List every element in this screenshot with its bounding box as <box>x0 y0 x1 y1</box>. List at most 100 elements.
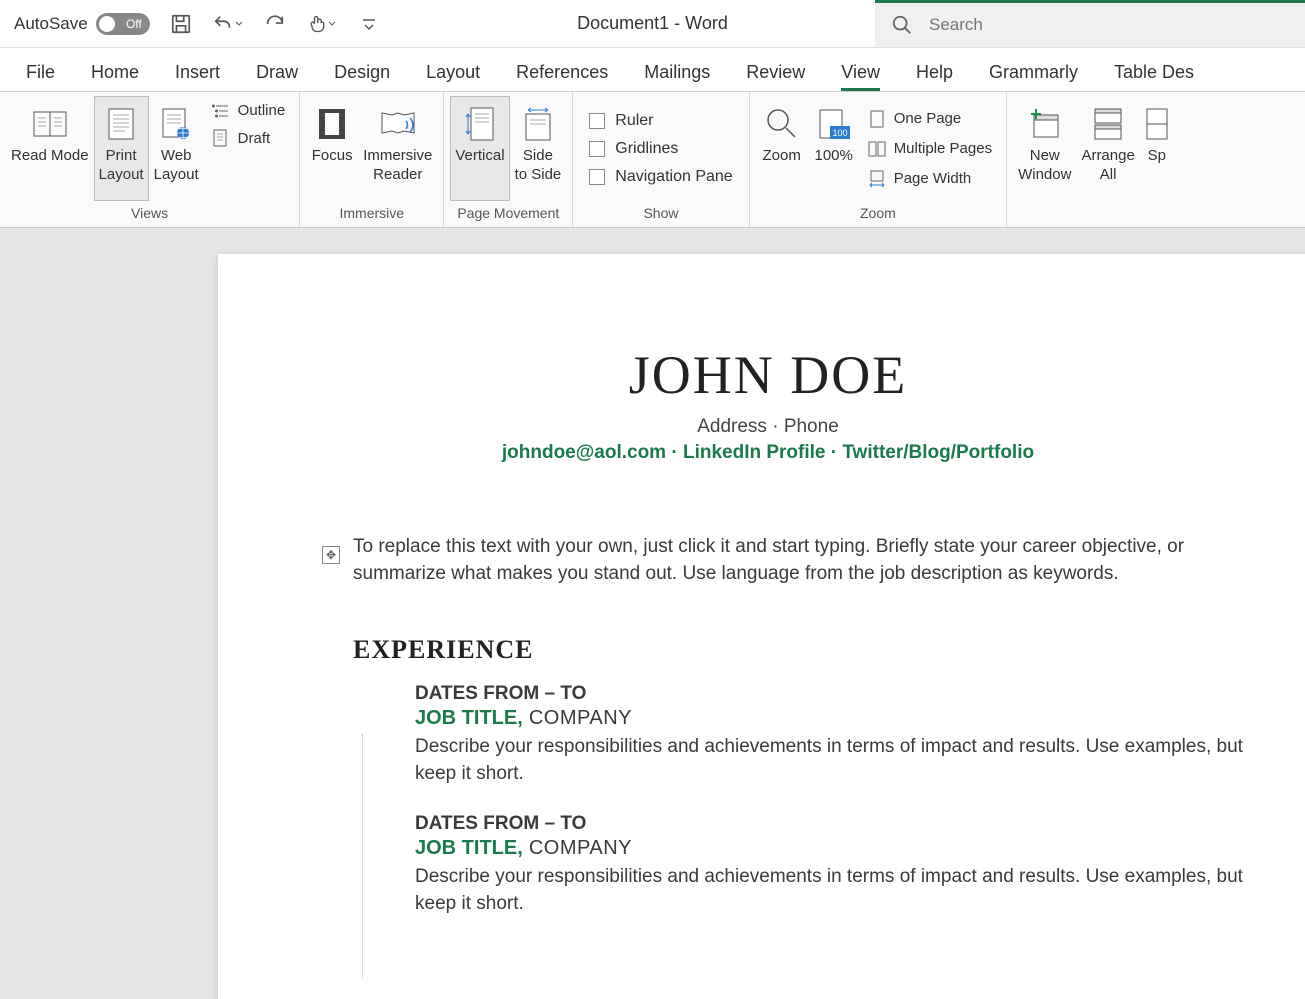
tab-home[interactable]: Home <box>73 52 157 91</box>
job-description[interactable]: Describe your responsibilities and achie… <box>415 734 1268 787</box>
tab-mailings[interactable]: Mailings <box>626 52 728 91</box>
read-mode-icon <box>33 103 67 145</box>
vertical-button[interactable]: Vertical <box>450 96 509 201</box>
search-input[interactable] <box>929 15 1289 35</box>
customize-qat-button[interactable] <box>356 11 382 37</box>
autosave-toggle[interactable]: Off <box>96 13 150 35</box>
outline-button[interactable]: Outline <box>206 100 292 121</box>
one-page-button[interactable]: One Page <box>862 108 998 130</box>
zoom-icon <box>764 103 800 145</box>
immersive-reader-button[interactable]: Immersive Reader <box>358 96 437 201</box>
job-company[interactable]: COMPANY <box>523 837 632 859</box>
tab-help[interactable]: Help <box>898 52 971 91</box>
navigation-pane-checkbox[interactable]: Navigation Pane <box>589 168 732 186</box>
resume-intro[interactable]: To replace this text with your own, just… <box>353 534 1268 587</box>
experience-entry[interactable]: DATES FROM – TO JOB TITLE, COMPANY Descr… <box>415 683 1268 787</box>
zoom-button[interactable]: Zoom <box>756 96 808 201</box>
tab-layout[interactable]: Layout <box>408 52 498 91</box>
draft-button[interactable]: Draft <box>206 127 292 149</box>
autosave-state: Off <box>126 17 142 31</box>
job-description[interactable]: Describe your responsibilities and achie… <box>415 864 1268 917</box>
read-mode-button[interactable]: Read Mode <box>6 96 94 201</box>
tab-design[interactable]: Design <box>316 52 408 91</box>
checkbox-icon <box>589 141 605 157</box>
tab-references[interactable]: References <box>498 52 626 91</box>
arrange-all-button[interactable]: Arrange All <box>1076 96 1139 201</box>
focus-button[interactable]: Focus <box>306 96 358 201</box>
autosave-label: AutoSave <box>14 14 88 34</box>
immersive-reader-icon <box>378 103 418 145</box>
web-layout-icon <box>161 103 191 145</box>
split-button[interactable]: Sp <box>1140 96 1174 201</box>
new-window-button[interactable]: New Window <box>1013 96 1076 201</box>
job-title-row[interactable]: JOB TITLE, COMPANY <box>415 837 1268 860</box>
tab-review[interactable]: Review <box>728 52 823 91</box>
experience-entry[interactable]: DATES FROM – TO JOB TITLE, COMPANY Descr… <box>415 813 1268 917</box>
side-to-side-icon <box>520 103 556 145</box>
tab-grammarly[interactable]: Grammarly <box>971 52 1096 91</box>
tab-draw[interactable]: Draw <box>238 52 316 91</box>
resume-name[interactable]: JOHN DOE <box>218 344 1305 406</box>
job-title-row[interactable]: JOB TITLE, COMPANY <box>415 707 1268 730</box>
split-icon <box>1145 103 1169 145</box>
page-width-button[interactable]: Page Width <box>862 168 998 190</box>
table-move-handle[interactable] <box>322 546 340 564</box>
document-title: Document1 - Word <box>577 13 728 34</box>
search-icon <box>891 14 913 36</box>
vertical-icon <box>465 103 495 145</box>
tab-file[interactable]: File <box>8 52 73 91</box>
job-dates[interactable]: DATES FROM – TO <box>415 683 1268 705</box>
group-window: New Window Arrange All Sp <box>1007 92 1180 227</box>
one-page-icon <box>868 110 886 128</box>
job-company[interactable]: COMPANY <box>523 707 632 729</box>
multiple-pages-button[interactable]: Multiple Pages <box>862 138 998 160</box>
quick-access-toolbar <box>168 11 382 37</box>
ruler-checkbox[interactable]: Ruler <box>589 112 732 130</box>
toggle-knob <box>99 16 115 32</box>
title-bar: AutoSave Off Document1 - Word <box>0 0 1305 48</box>
arrange-all-icon <box>1093 103 1123 145</box>
chevron-down-icon <box>327 19 337 29</box>
redo-button[interactable] <box>262 11 288 37</box>
job-dates[interactable]: DATES FROM – TO <box>415 813 1268 835</box>
hundred-percent-button[interactable]: 100 100% <box>808 96 860 201</box>
gridlines-checkbox[interactable]: Gridlines <box>589 140 732 158</box>
resume-contact-line1[interactable]: Address · Phone <box>218 416 1305 438</box>
search-box[interactable] <box>875 0 1305 47</box>
web-layout-button[interactable]: Web Layout <box>149 96 204 201</box>
ribbon: Read Mode Print Layout Web Layout Outlin… <box>0 92 1305 228</box>
checkbox-icon <box>589 113 605 129</box>
resume-contact-line2[interactable]: johndoe@aol.com · LinkedIn Profile · Twi… <box>218 442 1305 464</box>
tab-insert[interactable]: Insert <box>157 52 238 91</box>
print-layout-icon <box>107 103 135 145</box>
experience-heading[interactable]: EXPERIENCE <box>353 635 1268 665</box>
page[interactable]: JOHN DOE Address · Phone johndoe@aol.com… <box>218 254 1305 999</box>
multiple-pages-icon <box>868 140 886 158</box>
print-layout-button[interactable]: Print Layout <box>94 96 149 201</box>
focus-icon <box>317 103 347 145</box>
save-button[interactable] <box>168 11 194 37</box>
tab-view[interactable]: View <box>823 52 898 91</box>
undo-button[interactable] <box>208 11 248 37</box>
list-guide-line <box>362 734 363 978</box>
ribbon-tabs: File Home Insert Draw Design Layout Refe… <box>0 48 1305 92</box>
group-immersive: Focus Immersive Reader Immersive <box>300 92 444 227</box>
group-zoom: Zoom 100 100% One Page Multiple Pages <box>750 92 1007 227</box>
chevron-down-icon <box>234 19 244 29</box>
draft-icon <box>212 129 230 147</box>
checkbox-icon <box>589 169 605 185</box>
tab-table-design[interactable]: Table Des <box>1096 52 1212 91</box>
page-width-icon <box>868 170 886 188</box>
new-window-icon <box>1028 103 1062 145</box>
svg-text:100: 100 <box>832 128 847 138</box>
group-show: Ruler Gridlines Navigation Pane Show <box>573 92 749 227</box>
hundred-icon: 100 <box>816 103 852 145</box>
document-area[interactable]: JOHN DOE Address · Phone johndoe@aol.com… <box>0 228 1305 999</box>
outline-icon <box>212 103 230 119</box>
job-title[interactable]: JOB TITLE, <box>415 707 523 729</box>
job-title[interactable]: JOB TITLE, <box>415 837 523 859</box>
group-page-movement: Vertical Side to Side Page Movement <box>444 92 573 227</box>
autosave-control[interactable]: AutoSave Off <box>0 13 150 35</box>
touch-mode-button[interactable] <box>302 11 342 37</box>
side-to-side-button[interactable]: Side to Side <box>510 96 567 201</box>
